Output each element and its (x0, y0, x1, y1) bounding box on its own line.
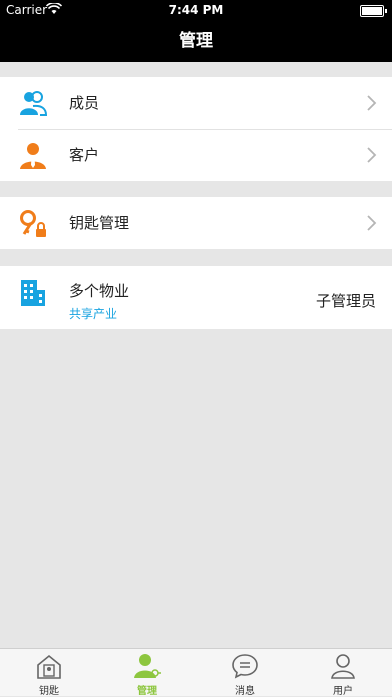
battery-icon (360, 5, 387, 17)
key-management-row[interactable]: 钥匙管理 (0, 197, 392, 249)
tab-messages[interactable]: 消息 (196, 649, 294, 697)
chevron-right-icon (367, 147, 377, 163)
chevron-right-icon (367, 215, 377, 231)
nav-bar: 管理 (0, 20, 392, 62)
status-bar: Carrier 7:44 PM (0, 0, 392, 20)
chat-bubble-icon (232, 654, 258, 679)
clock: 7:44 PM (168, 3, 224, 17)
tab-manage[interactable]: 管理 (98, 649, 196, 697)
tab-label: 钥匙 (39, 686, 59, 697)
house-key-icon (37, 654, 61, 679)
tab-keys[interactable]: 钥匙 (0, 649, 98, 697)
members-row[interactable]: 成员 (0, 77, 392, 129)
building-icon (21, 280, 45, 306)
role-label: 子管理员 (315, 292, 376, 310)
members-icon (20, 91, 48, 116)
customers-label: 客户 (69, 146, 100, 164)
tab-label: 消息 (235, 686, 255, 697)
members-label: 成员 (69, 94, 100, 112)
property-section: 多个物业 共享产业 子管理员 (0, 266, 392, 329)
tab-user[interactable]: 用户 (294, 649, 392, 697)
keys-section: 钥匙管理 (0, 197, 392, 249)
property-subtitle: 共享产业 (69, 307, 118, 321)
customers-row[interactable]: 客户 (0, 129, 392, 181)
customer-icon (20, 143, 46, 169)
manager-icon (134, 654, 161, 678)
tab-label: 管理 (137, 686, 157, 697)
tab-label: 用户 (333, 686, 353, 697)
property-row[interactable]: 多个物业 共享产业 子管理员 (0, 266, 392, 329)
user-icon (331, 654, 355, 679)
key-management-label: 钥匙管理 (69, 214, 130, 232)
page-title: 管理 (179, 31, 213, 51)
property-title: 多个物业 (69, 282, 130, 300)
tab-bar: 钥匙 管理 消息 用户 (0, 648, 392, 697)
chevron-right-icon (367, 95, 377, 111)
key-lock-icon (20, 210, 46, 237)
people-section: 成员 客户 (0, 77, 392, 181)
